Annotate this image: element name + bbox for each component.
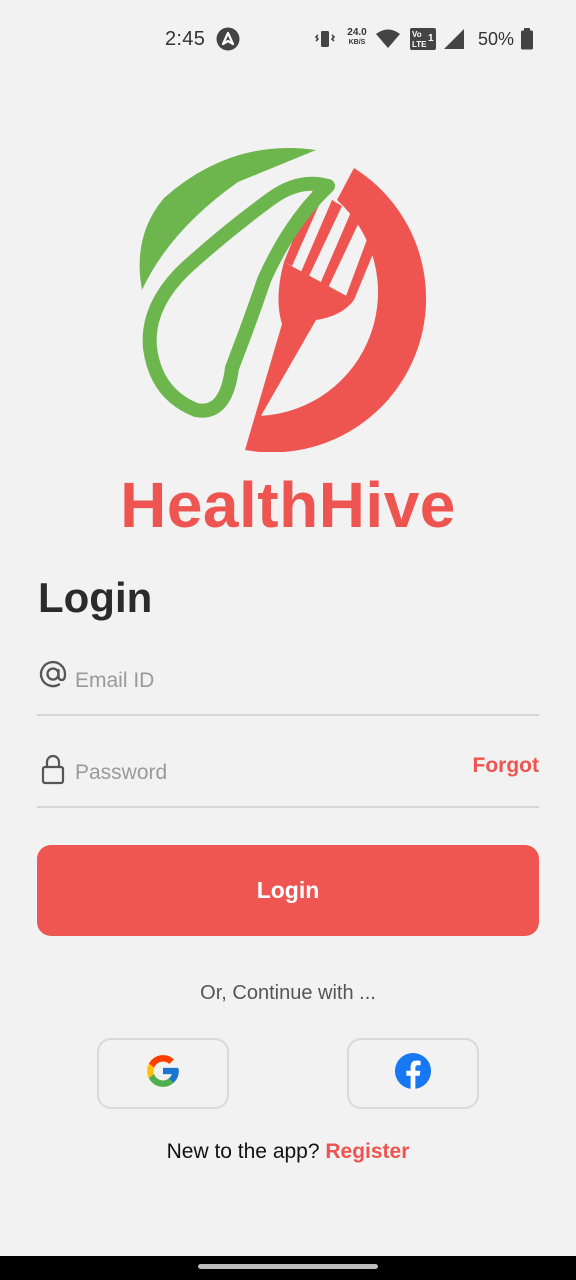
status-bar: 2:45 24.0 KB/S Vo LTE 1 50% bbox=[0, 0, 576, 78]
password-field[interactable]: Forgot bbox=[37, 748, 539, 808]
password-input[interactable] bbox=[75, 756, 455, 790]
network-speed: 24.0 KB/S bbox=[343, 27, 371, 47]
google-login-button[interactable] bbox=[97, 1038, 229, 1109]
wifi-icon bbox=[375, 28, 401, 55]
system-navigation-bar bbox=[0, 1256, 576, 1280]
healthhive-logo bbox=[132, 138, 444, 457]
volte-lte-icon: Vo LTE 1 bbox=[409, 27, 437, 56]
email-input[interactable] bbox=[75, 664, 455, 698]
facebook-login-button[interactable] bbox=[347, 1038, 479, 1109]
continue-with-label: Or, Continue with ... bbox=[200, 982, 376, 1004]
navigation-arrow-icon bbox=[216, 27, 240, 56]
login-screen: 2:45 24.0 KB/S Vo LTE 1 50% HealthHive L… bbox=[0, 0, 576, 1280]
page-title: Login bbox=[38, 574, 153, 621]
cell-signal-icon bbox=[443, 28, 465, 55]
at-sign-icon bbox=[39, 660, 67, 693]
battery-icon bbox=[520, 28, 534, 55]
network-speed-unit: KB/S bbox=[348, 39, 366, 46]
svg-text:LTE: LTE bbox=[412, 40, 427, 49]
login-button[interactable]: Login bbox=[37, 845, 539, 936]
register-prompt-text: New to the app? bbox=[166, 1140, 326, 1163]
google-icon bbox=[144, 1052, 182, 1095]
svg-text:Vo: Vo bbox=[412, 30, 422, 39]
forgot-password-link[interactable]: Forgot bbox=[473, 754, 539, 778]
email-field[interactable] bbox=[37, 656, 539, 716]
vibrate-icon bbox=[314, 28, 336, 55]
lock-icon bbox=[39, 752, 67, 791]
register-prompt: New to the app? Register bbox=[0, 1140, 576, 1164]
facebook-icon bbox=[394, 1052, 432, 1095]
svg-text:1: 1 bbox=[428, 33, 434, 44]
brand-name: HealthHive bbox=[120, 469, 456, 541]
battery-percent: 50% bbox=[478, 29, 515, 49]
home-gesture-handle[interactable] bbox=[198, 1264, 378, 1269]
register-link[interactable]: Register bbox=[325, 1140, 409, 1163]
status-time: 2:45 bbox=[165, 28, 206, 50]
network-speed-value: 24.0 bbox=[347, 27, 367, 38]
